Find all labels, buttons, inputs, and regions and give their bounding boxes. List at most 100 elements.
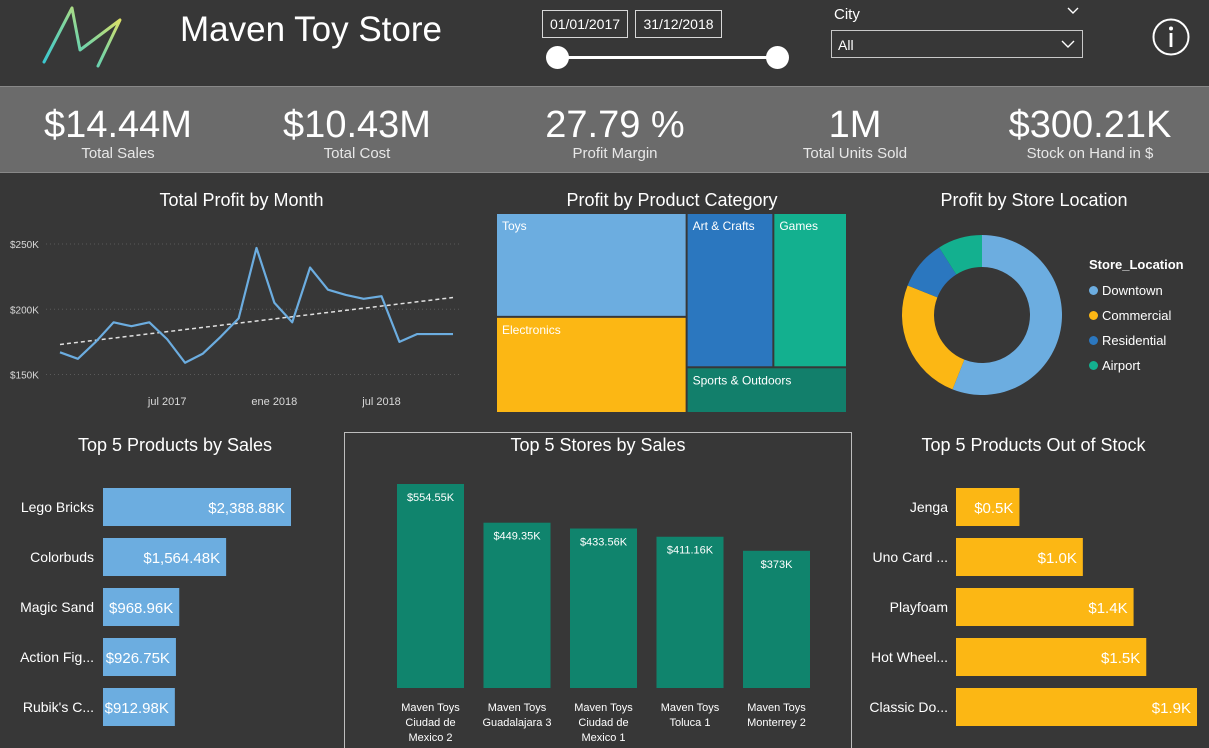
category-label: Uno Card ... [873, 549, 948, 565]
kpi-label: Total Units Sold [802, 145, 908, 162]
kpi-label: Stock on Hand in $ [1026, 145, 1154, 162]
kpi-value: $14.44M [44, 104, 192, 146]
value-label: $2,388.88K [208, 500, 285, 517]
bar[interactable] [397, 484, 464, 688]
value-label: $968.96K [109, 600, 173, 617]
value-label: $1.0K [1038, 550, 1077, 567]
category-label: Maven Toys [747, 702, 806, 714]
kpi-value: $300.21K [1008, 104, 1172, 146]
value-label: $433.56K [580, 537, 628, 549]
legend-item[interactable]: Commercial [1089, 303, 1184, 328]
chevron-down-icon [1061, 40, 1075, 48]
kpi-label: Total Sales [81, 145, 155, 162]
city-filter-value: All [838, 37, 854, 53]
profit-by-month-chart[interactable]: $250K $200K $150K jul 2017 ene 2018 jul 2018 [0, 215, 470, 415]
category-label: Ciudad de [578, 717, 628, 729]
bar[interactable] [656, 536, 724, 688]
category-label: Mexico 1 [581, 732, 625, 744]
y-tick-label: $200K [10, 305, 39, 316]
category-label: Classic Do... [869, 699, 948, 715]
value-label: $449.35K [493, 531, 541, 543]
legend-item[interactable]: Downtown [1089, 278, 1184, 303]
category-label: Toluca 1 [670, 717, 711, 729]
kpi-total-sales: $14.44M Total Sales [8, 87, 228, 162]
kpi-value: $10.43M [283, 104, 431, 146]
category-label: Maven Toys [661, 702, 720, 714]
value-label: $411.16K [667, 545, 714, 557]
profit-by-location-donut[interactable] [895, 228, 1070, 403]
category-label: Hot Wheel... [871, 649, 948, 665]
x-tick-label: jul 2017 [147, 396, 187, 408]
legend-title: Store_Location [1089, 257, 1184, 272]
y-tick-label: $250K [10, 240, 39, 251]
top-products-bar-chart[interactable]: Lego Bricks $2,388.88K Colorbuds $1,564.48K… [0, 478, 344, 738]
value-label: $1.9K [1152, 700, 1191, 717]
treemap-tile[interactable] [687, 214, 773, 367]
legend-item[interactable]: Airport [1089, 353, 1184, 378]
category-label: Playfoam [890, 599, 948, 615]
treemap-tile-label: Sports & Outdoors [693, 373, 792, 387]
category-label: Lego Bricks [21, 499, 94, 515]
date-range-end-handle[interactable] [766, 46, 789, 69]
y-tick-label: $150K [10, 370, 39, 381]
top-products-title: Top 5 Products by Sales [77, 435, 273, 455]
value-label: $373K [761, 559, 793, 571]
maven-logo-icon [42, 6, 122, 68]
category-label: Guadalajara 3 [482, 717, 551, 729]
date-end-input[interactable]: 31/12/2018 [635, 10, 722, 38]
legend-label: Commercial [1102, 308, 1172, 323]
value-label: $1,564.48K [143, 550, 220, 567]
kpi-value: 27.79 % [545, 104, 685, 146]
category-label: Maven Toys [574, 702, 633, 714]
top-stores-bar-chart[interactable]: $554.55K Maven Toys Ciudad de Mexico 2 $449.… [345, 470, 851, 748]
kpi-profit-margin: 27.79 % Profit Margin [505, 87, 725, 162]
kpi-stock-on-hand: $300.21K Stock on Hand in $ [980, 87, 1200, 162]
value-label: $1.5K [1101, 650, 1140, 667]
legend-items: Downtown Commercial Residential Airport [1089, 278, 1184, 378]
legend-label: Airport [1102, 358, 1141, 373]
treemap-tile[interactable] [774, 214, 846, 367]
legend-label: Downtown [1102, 283, 1163, 298]
legend-item[interactable]: Residential [1089, 328, 1184, 353]
kpi-value: 1M [828, 104, 882, 146]
treemap-tile-label: Electronics [502, 323, 561, 337]
kpi-label: Profit Margin [572, 145, 658, 162]
legend-swatch [1089, 286, 1098, 295]
city-filter-dropdown[interactable]: All [831, 30, 1083, 58]
category-label: Magic Sand [20, 599, 94, 615]
x-tick-label: jul 2018 [361, 396, 401, 408]
date-range-start-handle[interactable] [546, 46, 569, 69]
out-of-stock-title: Top 5 Products Out of Stock [921, 435, 1146, 455]
value-label: $926.75K [106, 650, 170, 667]
category-label: Ciudad de [405, 717, 455, 729]
header-bar: Maven Toy Store 01/01/2017 31/12/2018 Ci… [0, 0, 1209, 86]
out-of-stock-bar-chart[interactable]: Jenga $0.5K Uno Card ... $1.0K Playfoam $1.4K… [858, 478, 1209, 738]
donut-chart-title: Profit by Store Location [940, 190, 1128, 210]
kpi-label: Total Cost [323, 145, 391, 162]
profit-by-category-treemap[interactable]: Toys Electronics Art & Crafts Games Sports &… [496, 213, 849, 415]
bar[interactable] [570, 528, 637, 688]
chevron-down-icon[interactable] [1066, 4, 1080, 18]
profit-line-series[interactable] [59, 246, 453, 364]
treemap-tile-label: Art & Crafts [693, 219, 755, 233]
treemap-title: Profit by Product Category [566, 190, 778, 210]
category-label: Rubik's C... [23, 699, 94, 715]
donut-slice[interactable] [902, 285, 965, 390]
category-label: Maven Toys [488, 702, 547, 714]
legend-swatch [1089, 311, 1098, 320]
donut-legend: Store_Location Downtown Commercial Residen… [1089, 257, 1184, 378]
treemap-tile-label: Games [779, 219, 818, 233]
date-start-input[interactable]: 01/01/2017 [542, 10, 628, 38]
x-tick-label: ene 2018 [251, 396, 297, 408]
value-label: $912.98K [105, 700, 169, 717]
date-range-slider-track[interactable] [557, 56, 777, 59]
bar[interactable] [483, 522, 551, 688]
kpi-total-cost: $10.43M Total Cost [247, 87, 467, 162]
info-icon[interactable] [1151, 17, 1191, 57]
category-label: Jenga [910, 499, 948, 515]
bar[interactable] [743, 550, 810, 688]
legend-swatch [1089, 336, 1098, 345]
app-title: Maven Toy Store [180, 10, 442, 49]
category-label: Action Fig... [20, 649, 94, 665]
kpi-total-units-sold: 1M Total Units Sold [745, 87, 965, 162]
